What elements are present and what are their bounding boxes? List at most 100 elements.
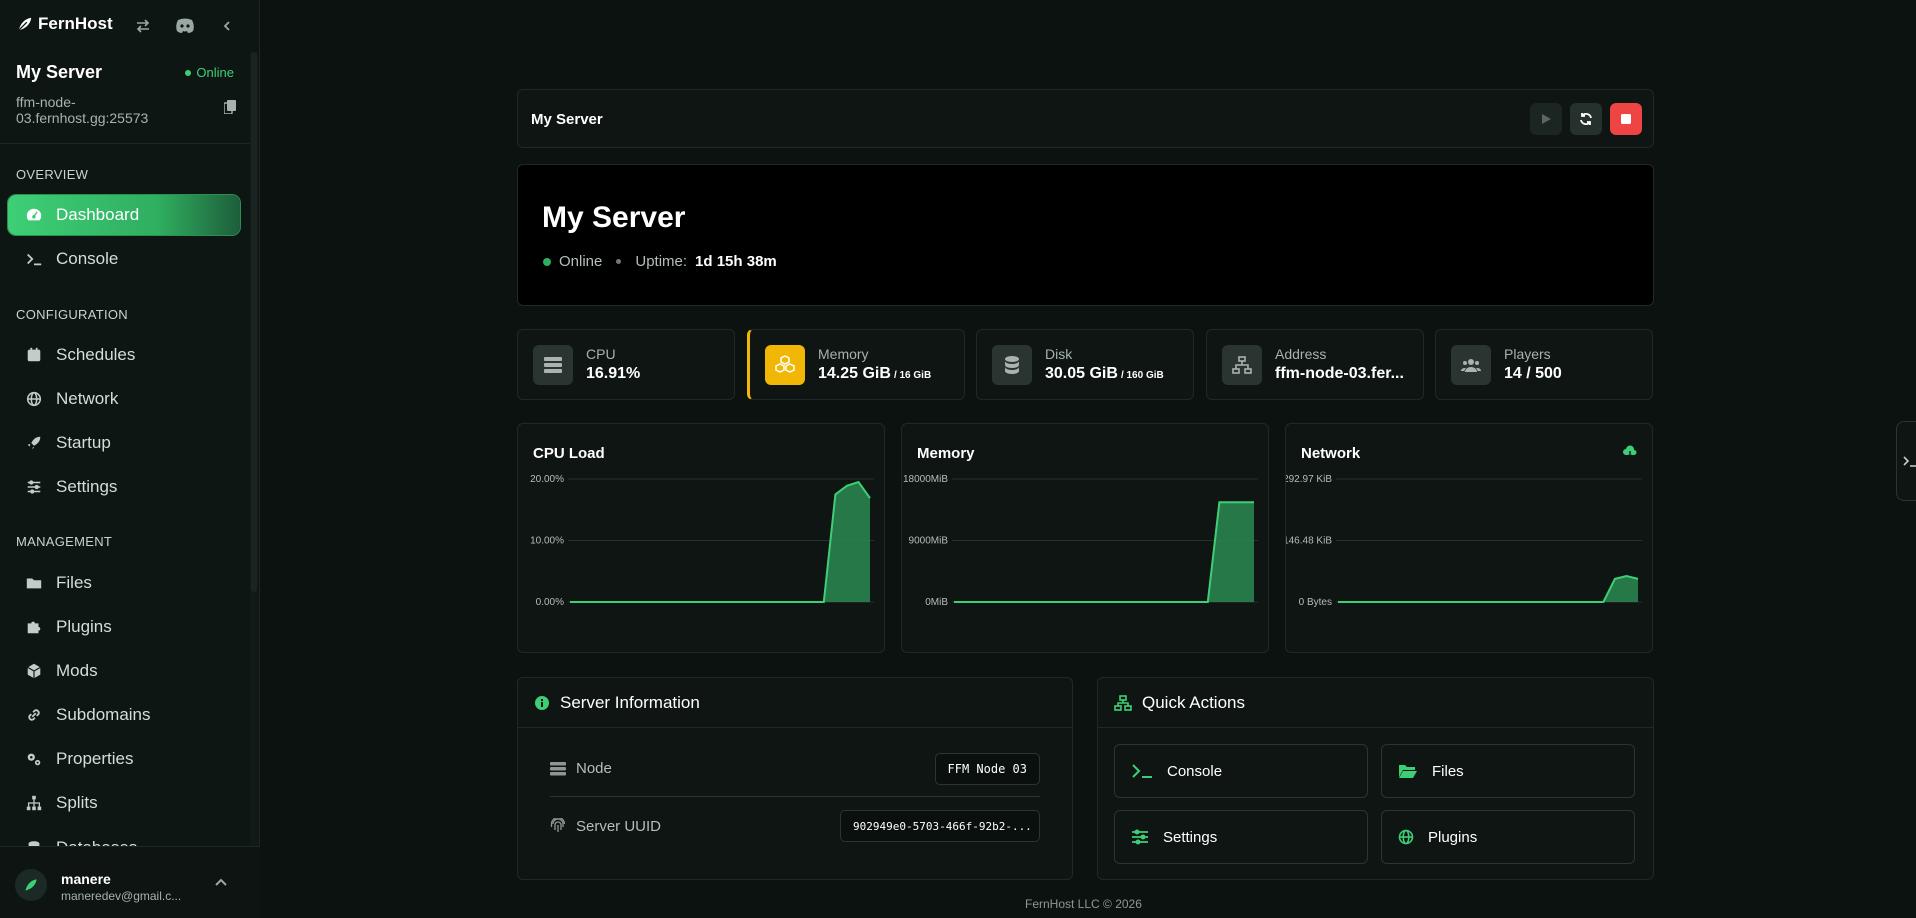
sidebar-item-subdomains[interactable]: Subdomains	[8, 695, 240, 735]
uptime-value: 1d 15h 38m	[695, 253, 777, 270]
user-name: manere	[61, 871, 111, 887]
quick-action-files[interactable]: Files	[1381, 744, 1635, 798]
stop-button[interactable]	[1610, 103, 1642, 135]
stat-value: ffm-node-03.fer...	[1275, 365, 1404, 383]
brand-logo[interactable]: FernHost	[16, 14, 113, 34]
sidebar-item-label: Splits	[56, 793, 98, 812]
sidebar-item-label: Subdomains	[56, 705, 151, 724]
terminal-icon	[1903, 456, 1916, 467]
quick-action-label: Console	[1167, 762, 1223, 780]
sidebar-item-mods[interactable]: Mods	[8, 651, 240, 691]
series-line	[954, 501, 1254, 603]
tick-label: 20.00%	[530, 474, 564, 485]
section-management: MANAGEMENT	[16, 534, 113, 549]
quick-action-console[interactable]: Console	[1114, 744, 1368, 798]
uuid-value[interactable]: 902949e0-5703-466f-92b2-...	[840, 810, 1040, 842]
stat-value: 16.91%	[586, 365, 640, 383]
quick-action-label: Settings	[1163, 828, 1218, 846]
tick-label: 9000MiB	[909, 536, 949, 547]
link-icon	[24, 705, 44, 725]
database-icon	[992, 345, 1032, 385]
console-drawer-tab[interactable]	[1896, 421, 1916, 501]
rocket-icon	[24, 433, 44, 453]
sidebar-item-dashboard[interactable]: Dashboard	[8, 195, 240, 235]
fingerprint-icon	[550, 818, 566, 832]
play-icon	[1542, 114, 1551, 124]
quick-action-plugins[interactable]: Plugins	[1381, 810, 1635, 864]
sidebar-item-schedules[interactable]: Schedules	[8, 335, 240, 375]
server-status-text: Online	[196, 65, 234, 80]
cubes-icon	[765, 345, 805, 385]
server-toolbar: My Server	[517, 89, 1654, 148]
sidebar-item-label: Databases	[56, 838, 137, 846]
sidebar-item-properties[interactable]: Properties	[8, 739, 240, 779]
info-label-text: Server UUID	[576, 817, 662, 835]
panel-header: Server Information	[518, 678, 1072, 728]
sidebar-scrollbar-thumb[interactable]	[251, 52, 257, 592]
stat-card-address[interactable]: Address ffm-node-03.fer...	[1206, 329, 1424, 400]
users-icon	[1451, 345, 1491, 385]
tick-label: 10.00%	[530, 536, 564, 547]
series-line	[570, 480, 871, 603]
brand-name: FernHost	[38, 14, 113, 33]
sidebar-item-startup[interactable]: Startup	[8, 423, 240, 463]
puzzle-icon	[24, 617, 44, 637]
series-line	[1338, 574, 1639, 603]
chevron-up-icon[interactable]	[214, 874, 228, 892]
panel-title: Server Information	[560, 692, 700, 712]
tick-label: 18000MiB	[903, 474, 948, 485]
stat-value-main: 30.05 GiB	[1045, 365, 1118, 382]
status-dot	[543, 257, 551, 266]
stat-label: Disk	[1045, 346, 1073, 362]
database-icon	[24, 838, 44, 846]
separator-dot	[616, 259, 622, 264]
gauge-icon	[24, 205, 44, 225]
server-summary: My Server Online ffm-node-03.fernhost.gg…	[0, 52, 250, 144]
discord-icon[interactable]	[173, 14, 197, 38]
server-icon	[550, 761, 566, 775]
sidebar-item-splits[interactable]: Splits	[8, 783, 240, 823]
sidebar-item-databases[interactable]: Databases	[8, 827, 240, 846]
quick-action-label: Plugins	[1428, 828, 1478, 846]
folder-open-icon	[1398, 763, 1418, 779]
info-label: Node	[550, 760, 612, 777]
refresh-icon	[1580, 113, 1592, 125]
sidebar-item-label: Files	[56, 573, 92, 592]
info-label: Server UUID	[550, 818, 661, 835]
quick-action-settings[interactable]: Settings	[1114, 810, 1368, 864]
quick-action-label: Files	[1432, 762, 1464, 780]
folder-icon	[24, 573, 44, 593]
tick-label: 292.97 KiB	[1286, 474, 1332, 485]
avatar	[15, 869, 47, 901]
stat-card-players: Players 14 / 500	[1435, 329, 1653, 400]
server-status-badge: Online	[185, 65, 234, 80]
switch-server-icon[interactable]	[131, 14, 155, 38]
series-area	[1338, 576, 1638, 602]
start-button[interactable]	[1530, 103, 1562, 135]
collapse-sidebar-icon[interactable]	[215, 14, 239, 38]
tick-label: 0 Bytes	[1299, 597, 1332, 608]
sidebar-item-label: Dashboard	[56, 205, 140, 224]
graph-title: Memory	[917, 445, 975, 462]
cloud-download-icon[interactable]	[1622, 444, 1638, 465]
sidebar-item-label: Plugins	[56, 617, 112, 636]
sidebar-server-name: My Server	[16, 62, 103, 82]
sidebar-item-plugins[interactable]: Plugins	[8, 607, 240, 647]
restart-button[interactable]	[1570, 103, 1602, 135]
sidebar-item-label: Mods	[56, 661, 98, 680]
graph-title: Network	[1301, 445, 1361, 462]
sidebar-item-label: Console	[56, 249, 119, 268]
memory-chart: 18000MiB 9000MiB 0MiB	[903, 474, 1258, 608]
node-value[interactable]: FFM Node 03	[934, 752, 1040, 785]
sidebar-item-network[interactable]: Network	[8, 379, 240, 419]
sidebar-item-files[interactable]: Files	[8, 563, 240, 603]
hero-status-line: Online Uptime: 1d 15h 38m	[543, 253, 777, 270]
copy-icon[interactable]	[223, 100, 236, 119]
tick-label: 0.00%	[536, 597, 564, 608]
sidebar-item-settings[interactable]: Settings	[8, 467, 240, 507]
stat-value-suffix: / 16 GiB	[893, 370, 932, 381]
sidebar-item-label: Network	[56, 389, 119, 408]
graph-card-network: Network 292.97 KiB 146.48 KiB 0 Bytes	[1285, 423, 1653, 653]
sidebar-item-console[interactable]: Console	[8, 239, 240, 279]
stat-card-cpu: CPU 16.91%	[517, 329, 735, 400]
